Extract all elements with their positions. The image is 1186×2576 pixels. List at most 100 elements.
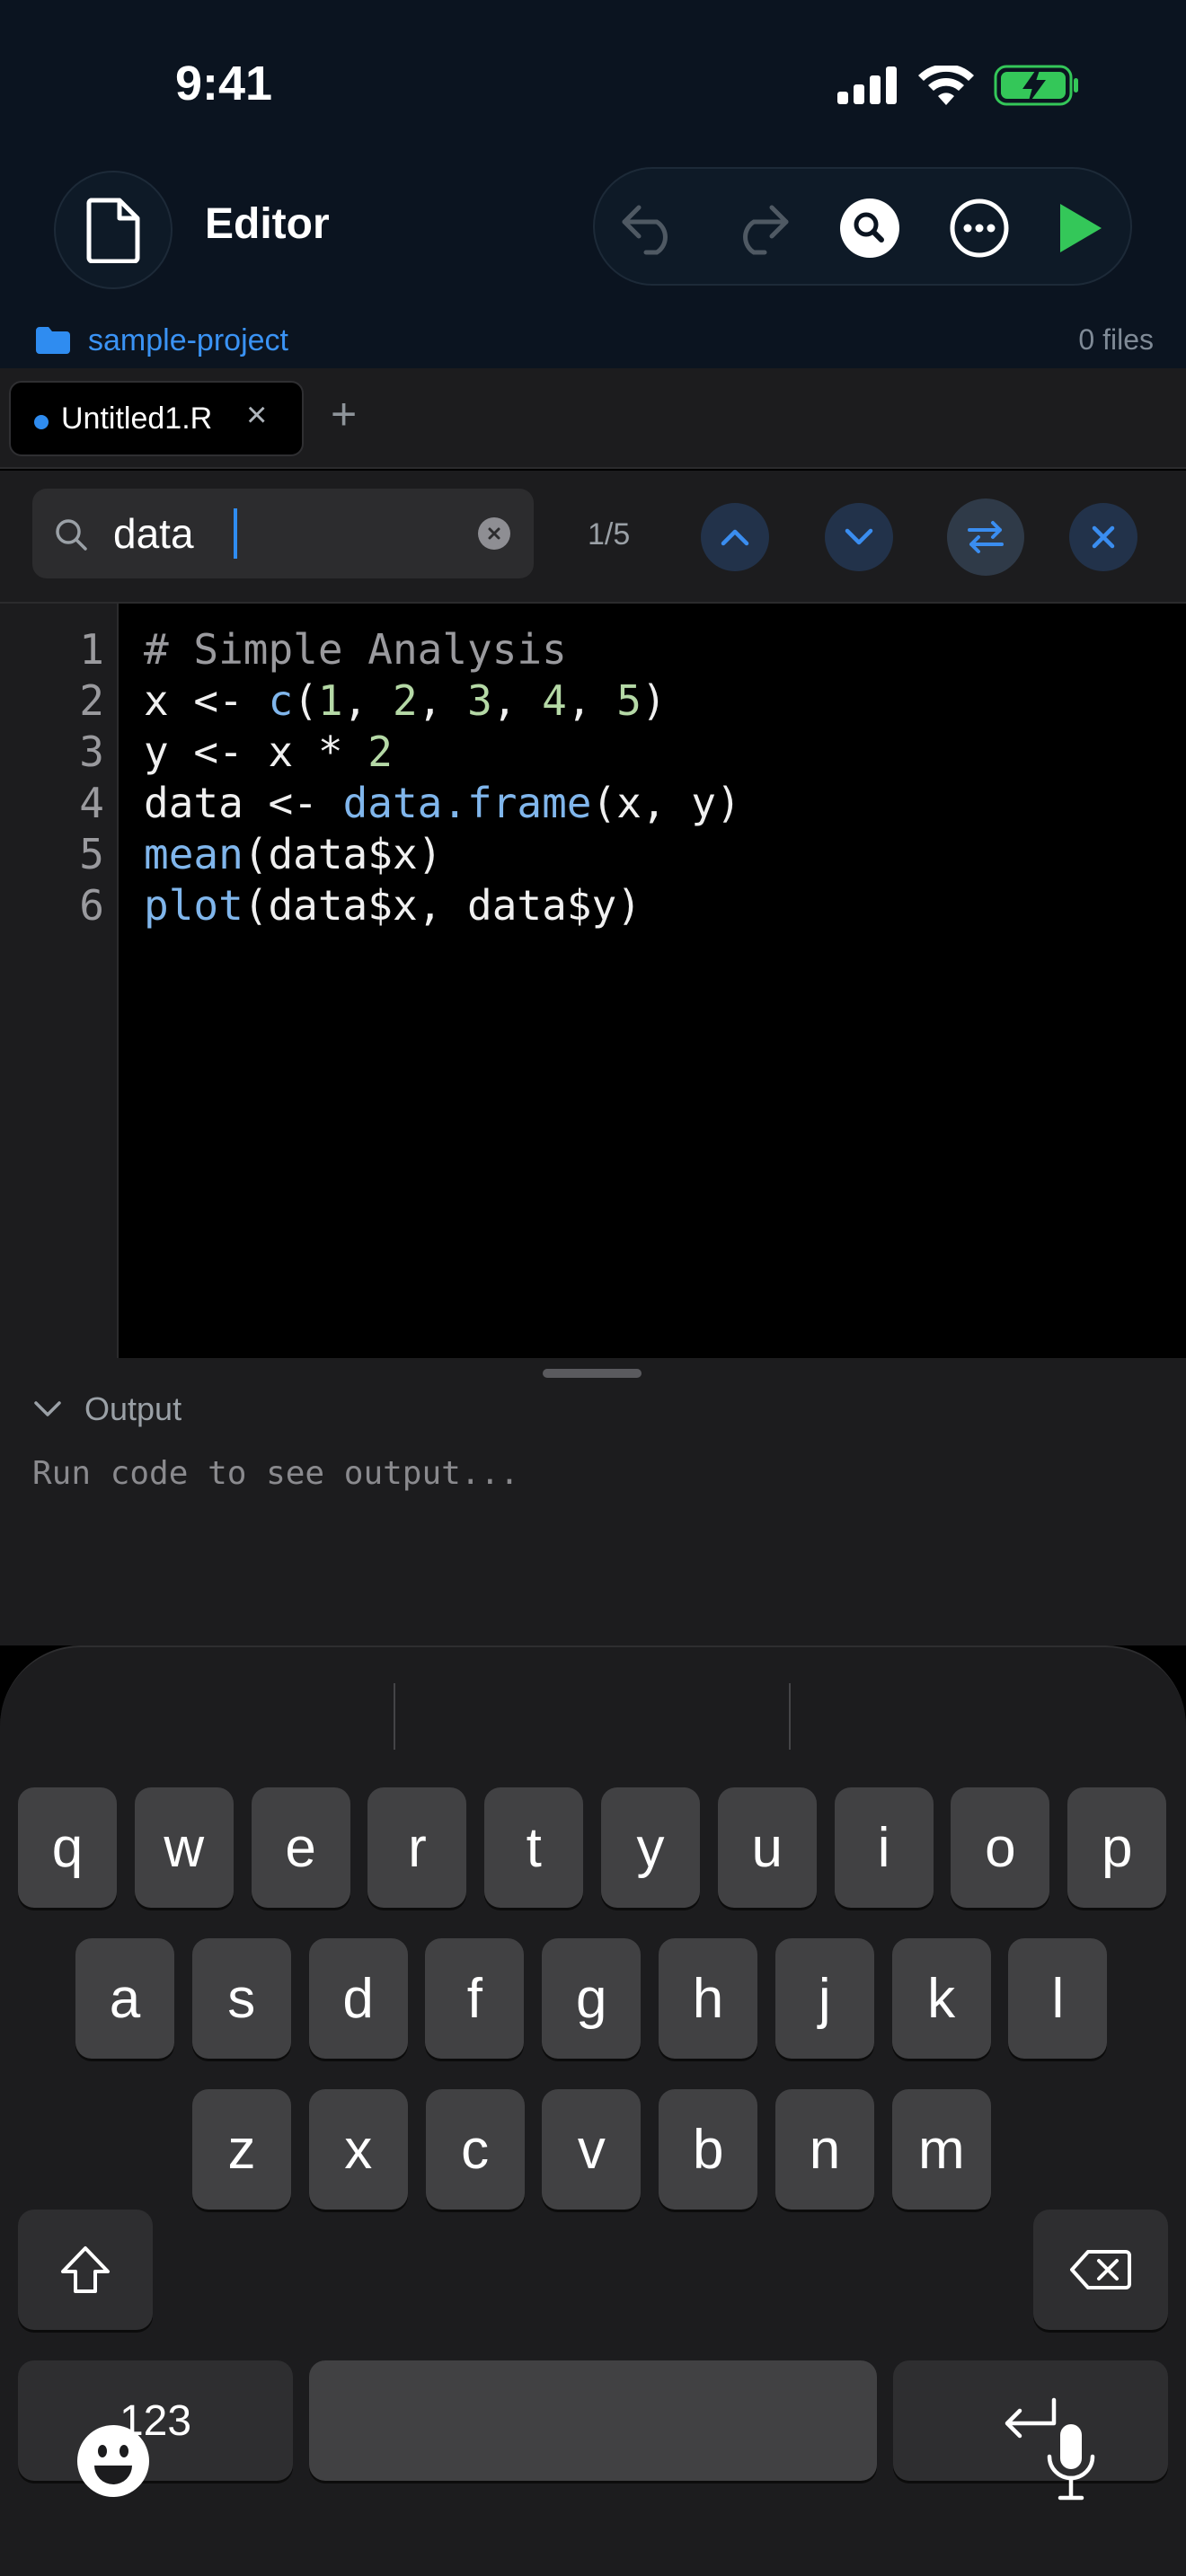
- new-tab-button[interactable]: +: [331, 388, 357, 440]
- key-j[interactable]: j: [774, 1938, 874, 2059]
- line-number-gutter: 1 2 3 4 5 6: [0, 604, 119, 1358]
- key-label: h: [692, 1967, 724, 2030]
- code-token: # Simple Analysis: [144, 625, 567, 674]
- key-c[interactable]: c: [425, 2089, 525, 2210]
- key-v[interactable]: v: [542, 2089, 642, 2210]
- run-button[interactable]: [1044, 192, 1116, 264]
- key-n[interactable]: n: [775, 2089, 874, 2210]
- replace-toggle-button[interactable]: [947, 498, 1024, 576]
- line-number: 1: [79, 625, 104, 674]
- numbers-key[interactable]: 123: [18, 2360, 293, 2481]
- project-name-link[interactable]: sample-project: [88, 323, 288, 358]
- status-icons: [837, 65, 1080, 106]
- key-k[interactable]: k: [891, 1938, 991, 2059]
- key-label: v: [577, 2118, 606, 2181]
- dictation-button[interactable]: [1039, 2422, 1103, 2502]
- search-input[interactable]: [113, 507, 473, 560]
- file-button[interactable]: [54, 171, 173, 289]
- code-token: ): [641, 676, 667, 725]
- key-f[interactable]: f: [425, 1938, 525, 2059]
- code-editor[interactable]: 1 2 3 4 5 6 # Simple Analysis x <- c(1, …: [0, 604, 1186, 1358]
- key-d[interactable]: d: [308, 1938, 408, 2059]
- redo-icon: [743, 205, 789, 255]
- more-options-button[interactable]: [943, 192, 1015, 264]
- tab-untitled1[interactable]: Untitled1.R ×: [9, 381, 304, 456]
- key-i[interactable]: i: [834, 1787, 934, 1908]
- key-label: r: [408, 1816, 427, 1879]
- key-z[interactable]: z: [192, 2089, 291, 2210]
- key-g[interactable]: g: [542, 1938, 642, 2059]
- find-bar: 1/5: [0, 471, 1186, 604]
- key-p[interactable]: p: [1067, 1787, 1167, 1908]
- next-match-button[interactable]: [825, 503, 893, 571]
- undo-button[interactable]: [615, 192, 686, 264]
- line-number: 3: [79, 728, 104, 776]
- code-line: data <- data.frame(x, y): [144, 779, 741, 827]
- shift-key[interactable]: [18, 2210, 153, 2330]
- key-q[interactable]: q: [18, 1787, 117, 1908]
- key-label: c: [461, 2118, 490, 2181]
- code-token: plot: [144, 881, 243, 930]
- key-x[interactable]: x: [308, 2089, 408, 2210]
- project-row: sample-project 0 files: [0, 314, 1186, 368]
- on-screen-keyboard: 123 q w e r t y u i o p a s d f g h j k l z x c v b n m: [0, 1645, 1186, 2576]
- emoji-button[interactable]: [75, 2423, 151, 2499]
- search-button[interactable]: [834, 192, 906, 264]
- key-m[interactable]: m: [891, 2089, 991, 2210]
- code-line: x <- c(1, 2, 3, 4, 5): [144, 676, 667, 725]
- swap-arrows-icon: [968, 521, 1004, 553]
- tab-close-button[interactable]: ×: [246, 395, 267, 436]
- chevron-down-icon: [34, 1401, 61, 1416]
- key-label: g: [575, 1967, 607, 2030]
- key-l[interactable]: l: [1008, 1938, 1108, 2059]
- return-key[interactable]: [893, 2360, 1168, 2481]
- suggestion-divider: [789, 1683, 791, 1750]
- code-token: ,: [491, 676, 543, 725]
- key-label: d: [342, 1967, 374, 2030]
- key-label: m: [917, 2118, 965, 2181]
- key-a[interactable]: a: [75, 1938, 174, 2059]
- backspace-key[interactable]: [1033, 2210, 1168, 2330]
- editor-toolbar: [593, 167, 1132, 286]
- magnifier-icon: [56, 519, 87, 551]
- key-label: k: [927, 1967, 956, 2030]
- code-token: 2: [392, 676, 418, 725]
- key-b[interactable]: b: [659, 2089, 758, 2210]
- key-h[interactable]: h: [659, 1938, 757, 2059]
- key-label: i: [877, 1816, 890, 1879]
- code-token: ,: [342, 676, 393, 725]
- redo-button[interactable]: [724, 192, 796, 264]
- code-token: 2: [367, 728, 393, 776]
- key-w[interactable]: w: [134, 1787, 234, 1908]
- key-r[interactable]: r: [367, 1787, 467, 1908]
- search-field[interactable]: [32, 489, 534, 578]
- code-line: mean(data$x): [144, 830, 442, 878]
- code-token: ,: [417, 676, 468, 725]
- play-icon: [1060, 204, 1102, 252]
- code-token: data.frame: [342, 779, 592, 827]
- key-t[interactable]: t: [484, 1787, 584, 1908]
- code-token: mean: [144, 830, 243, 878]
- code-token: (data$x, data$y): [243, 881, 642, 930]
- tab-label: Untitled1.R: [61, 401, 213, 436]
- close-find-button[interactable]: [1069, 503, 1137, 571]
- space-key[interactable]: [309, 2360, 877, 2481]
- line-number: 2: [79, 676, 104, 725]
- key-label: j: [818, 1967, 831, 2030]
- key-e[interactable]: e: [251, 1787, 350, 1908]
- output-panel: Output Run code to see output...: [0, 1358, 1186, 1645]
- unsaved-indicator: [34, 415, 49, 429]
- key-o[interactable]: o: [951, 1787, 1050, 1908]
- undo-icon: [622, 205, 668, 255]
- page-title: Editor: [205, 200, 330, 248]
- output-toggle[interactable]: Output: [32, 1390, 181, 1428]
- code-token: (x, y): [591, 779, 741, 827]
- key-y[interactable]: y: [601, 1787, 700, 1908]
- clear-search-button[interactable]: [478, 517, 510, 550]
- key-s[interactable]: s: [191, 1938, 291, 2059]
- status-bar: 9:41: [0, 0, 1186, 162]
- resize-handle[interactable]: [543, 1369, 642, 1378]
- key-label: n: [809, 2118, 841, 2181]
- key-u[interactable]: u: [717, 1787, 817, 1908]
- previous-match-button[interactable]: [701, 503, 769, 571]
